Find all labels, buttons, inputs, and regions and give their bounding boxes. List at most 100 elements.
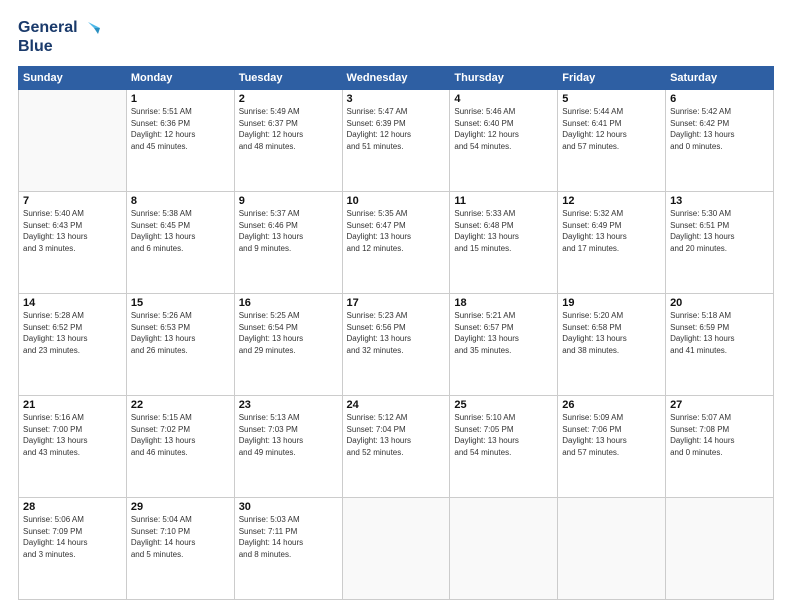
logo-general: General xyxy=(18,19,78,37)
day-info: Sunrise: 5:03 AM Sunset: 7:11 PM Dayligh… xyxy=(239,514,338,560)
calendar-cell: 9Sunrise: 5:37 AM Sunset: 6:46 PM Daylig… xyxy=(234,192,342,294)
calendar-cell: 11Sunrise: 5:33 AM Sunset: 6:48 PM Dayli… xyxy=(450,192,558,294)
weekday-header-row: SundayMondayTuesdayWednesdayThursdayFrid… xyxy=(19,67,774,90)
day-info: Sunrise: 5:38 AM Sunset: 6:45 PM Dayligh… xyxy=(131,208,230,254)
day-number: 16 xyxy=(239,297,338,309)
weekday-header-saturday: Saturday xyxy=(666,67,774,90)
day-info: Sunrise: 5:49 AM Sunset: 6:37 PM Dayligh… xyxy=(239,106,338,152)
calendar-cell xyxy=(666,498,774,600)
day-info: Sunrise: 5:25 AM Sunset: 6:54 PM Dayligh… xyxy=(239,310,338,356)
day-number: 10 xyxy=(347,195,446,207)
calendar-cell: 8Sunrise: 5:38 AM Sunset: 6:45 PM Daylig… xyxy=(126,192,234,294)
calendar-table: SundayMondayTuesdayWednesdayThursdayFrid… xyxy=(18,66,774,600)
calendar-week-row: 14Sunrise: 5:28 AM Sunset: 6:52 PM Dayli… xyxy=(19,294,774,396)
day-info: Sunrise: 5:46 AM Sunset: 6:40 PM Dayligh… xyxy=(454,106,553,152)
day-info: Sunrise: 5:37 AM Sunset: 6:46 PM Dayligh… xyxy=(239,208,338,254)
day-info: Sunrise: 5:18 AM Sunset: 6:59 PM Dayligh… xyxy=(670,310,769,356)
day-number: 8 xyxy=(131,195,230,207)
calendar-cell xyxy=(19,90,127,192)
logo-text-block: General Blue xyxy=(18,18,102,56)
day-number: 13 xyxy=(670,195,769,207)
day-number: 7 xyxy=(23,195,122,207)
calendar-cell: 3Sunrise: 5:47 AM Sunset: 6:39 PM Daylig… xyxy=(342,90,450,192)
day-number: 20 xyxy=(670,297,769,309)
day-info: Sunrise: 5:21 AM Sunset: 6:57 PM Dayligh… xyxy=(454,310,553,356)
calendar-cell: 22Sunrise: 5:15 AM Sunset: 7:02 PM Dayli… xyxy=(126,396,234,498)
calendar-cell: 21Sunrise: 5:16 AM Sunset: 7:00 PM Dayli… xyxy=(19,396,127,498)
day-info: Sunrise: 5:15 AM Sunset: 7:02 PM Dayligh… xyxy=(131,412,230,458)
day-info: Sunrise: 5:33 AM Sunset: 6:48 PM Dayligh… xyxy=(454,208,553,254)
calendar-cell: 30Sunrise: 5:03 AM Sunset: 7:11 PM Dayli… xyxy=(234,498,342,600)
day-info: Sunrise: 5:44 AM Sunset: 6:41 PM Dayligh… xyxy=(562,106,661,152)
calendar-week-row: 7Sunrise: 5:40 AM Sunset: 6:43 PM Daylig… xyxy=(19,192,774,294)
day-info: Sunrise: 5:13 AM Sunset: 7:03 PM Dayligh… xyxy=(239,412,338,458)
day-number: 28 xyxy=(23,501,122,513)
day-info: Sunrise: 5:10 AM Sunset: 7:05 PM Dayligh… xyxy=(454,412,553,458)
day-number: 23 xyxy=(239,399,338,411)
calendar-week-row: 21Sunrise: 5:16 AM Sunset: 7:00 PM Dayli… xyxy=(19,396,774,498)
calendar-cell: 26Sunrise: 5:09 AM Sunset: 7:06 PM Dayli… xyxy=(558,396,666,498)
calendar-cell: 6Sunrise: 5:42 AM Sunset: 6:42 PM Daylig… xyxy=(666,90,774,192)
calendar-cell: 15Sunrise: 5:26 AM Sunset: 6:53 PM Dayli… xyxy=(126,294,234,396)
calendar-cell: 25Sunrise: 5:10 AM Sunset: 7:05 PM Dayli… xyxy=(450,396,558,498)
calendar-cell: 7Sunrise: 5:40 AM Sunset: 6:43 PM Daylig… xyxy=(19,192,127,294)
calendar-cell: 20Sunrise: 5:18 AM Sunset: 6:59 PM Dayli… xyxy=(666,294,774,396)
day-info: Sunrise: 5:35 AM Sunset: 6:47 PM Dayligh… xyxy=(347,208,446,254)
calendar-week-row: 28Sunrise: 5:06 AM Sunset: 7:09 PM Dayli… xyxy=(19,498,774,600)
day-number: 14 xyxy=(23,297,122,309)
calendar-week-row: 1Sunrise: 5:51 AM Sunset: 6:36 PM Daylig… xyxy=(19,90,774,192)
day-number: 22 xyxy=(131,399,230,411)
calendar-cell: 27Sunrise: 5:07 AM Sunset: 7:08 PM Dayli… xyxy=(666,396,774,498)
day-number: 6 xyxy=(670,93,769,105)
calendar-cell: 2Sunrise: 5:49 AM Sunset: 6:37 PM Daylig… xyxy=(234,90,342,192)
day-info: Sunrise: 5:12 AM Sunset: 7:04 PM Dayligh… xyxy=(347,412,446,458)
header: General Blue xyxy=(18,18,774,56)
day-number: 26 xyxy=(562,399,661,411)
day-number: 21 xyxy=(23,399,122,411)
day-number: 11 xyxy=(454,195,553,207)
day-number: 12 xyxy=(562,195,661,207)
day-number: 19 xyxy=(562,297,661,309)
logo: General Blue xyxy=(18,18,102,56)
calendar-cell xyxy=(450,498,558,600)
day-info: Sunrise: 5:23 AM Sunset: 6:56 PM Dayligh… xyxy=(347,310,446,356)
calendar-cell: 24Sunrise: 5:12 AM Sunset: 7:04 PM Dayli… xyxy=(342,396,450,498)
calendar-cell: 18Sunrise: 5:21 AM Sunset: 6:57 PM Dayli… xyxy=(450,294,558,396)
day-number: 25 xyxy=(454,399,553,411)
calendar-cell xyxy=(342,498,450,600)
calendar-cell: 4Sunrise: 5:46 AM Sunset: 6:40 PM Daylig… xyxy=(450,90,558,192)
day-number: 5 xyxy=(562,93,661,105)
day-info: Sunrise: 5:47 AM Sunset: 6:39 PM Dayligh… xyxy=(347,106,446,152)
day-info: Sunrise: 5:28 AM Sunset: 6:52 PM Dayligh… xyxy=(23,310,122,356)
weekday-header-monday: Monday xyxy=(126,67,234,90)
calendar-cell: 19Sunrise: 5:20 AM Sunset: 6:58 PM Dayli… xyxy=(558,294,666,396)
day-info: Sunrise: 5:32 AM Sunset: 6:49 PM Dayligh… xyxy=(562,208,661,254)
logo-blue: Blue xyxy=(18,38,53,56)
day-number: 18 xyxy=(454,297,553,309)
day-number: 29 xyxy=(131,501,230,513)
day-number: 15 xyxy=(131,297,230,309)
day-info: Sunrise: 5:30 AM Sunset: 6:51 PM Dayligh… xyxy=(670,208,769,254)
day-info: Sunrise: 5:26 AM Sunset: 6:53 PM Dayligh… xyxy=(131,310,230,356)
day-info: Sunrise: 5:16 AM Sunset: 7:00 PM Dayligh… xyxy=(23,412,122,458)
weekday-header-sunday: Sunday xyxy=(19,67,127,90)
day-info: Sunrise: 5:07 AM Sunset: 7:08 PM Dayligh… xyxy=(670,412,769,458)
weekday-header-tuesday: Tuesday xyxy=(234,67,342,90)
day-number: 2 xyxy=(239,93,338,105)
day-info: Sunrise: 5:06 AM Sunset: 7:09 PM Dayligh… xyxy=(23,514,122,560)
calendar-cell: 1Sunrise: 5:51 AM Sunset: 6:36 PM Daylig… xyxy=(126,90,234,192)
day-number: 4 xyxy=(454,93,553,105)
calendar-cell xyxy=(558,498,666,600)
calendar-cell: 14Sunrise: 5:28 AM Sunset: 6:52 PM Dayli… xyxy=(19,294,127,396)
day-info: Sunrise: 5:40 AM Sunset: 6:43 PM Dayligh… xyxy=(23,208,122,254)
calendar-cell: 10Sunrise: 5:35 AM Sunset: 6:47 PM Dayli… xyxy=(342,192,450,294)
day-number: 9 xyxy=(239,195,338,207)
calendar-cell: 28Sunrise: 5:06 AM Sunset: 7:09 PM Dayli… xyxy=(19,498,127,600)
calendar-cell: 12Sunrise: 5:32 AM Sunset: 6:49 PM Dayli… xyxy=(558,192,666,294)
day-info: Sunrise: 5:42 AM Sunset: 6:42 PM Dayligh… xyxy=(670,106,769,152)
calendar-cell: 16Sunrise: 5:25 AM Sunset: 6:54 PM Dayli… xyxy=(234,294,342,396)
calendar-cell: 23Sunrise: 5:13 AM Sunset: 7:03 PM Dayli… xyxy=(234,396,342,498)
day-info: Sunrise: 5:09 AM Sunset: 7:06 PM Dayligh… xyxy=(562,412,661,458)
calendar-cell: 5Sunrise: 5:44 AM Sunset: 6:41 PM Daylig… xyxy=(558,90,666,192)
day-number: 27 xyxy=(670,399,769,411)
